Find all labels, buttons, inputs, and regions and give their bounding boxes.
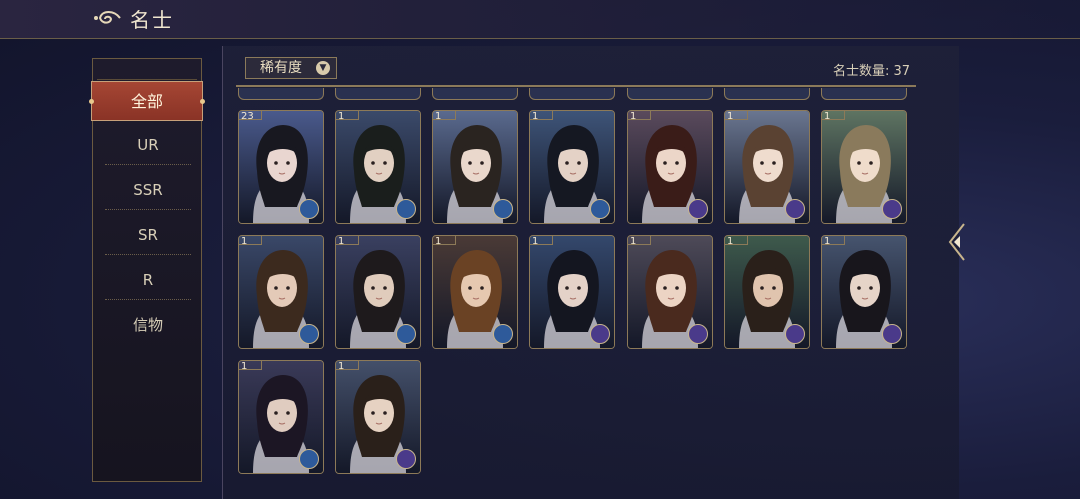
character-count: 名士数量: 37 — [832, 64, 910, 79]
card-level-badge: 1 — [241, 361, 248, 372]
card-level-badge: 23 — [241, 111, 254, 122]
character-card[interactable]: 1 — [821, 110, 907, 224]
faction-emblem-icon — [299, 449, 319, 469]
faction-emblem-icon — [396, 449, 416, 469]
sidebar-item-ur[interactable]: UR — [105, 125, 191, 165]
faction-emblem-icon — [299, 199, 319, 219]
card-level-badge: 1 — [727, 236, 734, 247]
character-card[interactable]: 1 — [238, 235, 324, 349]
sidebar-item-label: SSR — [133, 181, 163, 199]
faction-emblem-icon — [396, 199, 416, 219]
faction-emblem-icon — [299, 324, 319, 344]
faction-emblem-icon — [493, 199, 513, 219]
character-card[interactable]: 1 — [432, 235, 518, 349]
sidebar-item-label: SR — [138, 226, 158, 244]
character-card[interactable]: 1 — [335, 110, 421, 224]
sidebar-item-label: UR — [137, 136, 159, 154]
card-row-partial[interactable] — [335, 88, 421, 100]
character-card[interactable]: 23 — [238, 110, 324, 224]
character-card[interactable]: 1 — [627, 110, 713, 224]
rarity-sidebar: 全部 UR SSR SR R 信物 — [89, 58, 205, 482]
character-card[interactable]: 1 — [724, 235, 810, 349]
page-title: 名士 — [130, 8, 174, 32]
character-card[interactable]: 1 — [529, 235, 615, 349]
sidebar-divider — [97, 79, 197, 80]
ornament-dot — [89, 99, 94, 104]
sidebar-item-all[interactable]: 全部 — [89, 81, 205, 121]
faction-emblem-icon — [882, 324, 902, 344]
character-card[interactable]: 1 — [335, 235, 421, 349]
character-card[interactable]: 1 — [238, 360, 324, 474]
rarity-filter-dropdown[interactable]: 稀有度 ▼ — [245, 57, 337, 79]
rarity-filter-label: 稀有度 — [260, 60, 302, 76]
expand-arrow-icon[interactable] — [946, 222, 966, 262]
ornament-dot — [200, 99, 205, 104]
sidebar-item-label: R — [142, 271, 154, 289]
card-row-partial[interactable] — [821, 88, 907, 100]
faction-emblem-icon — [785, 324, 805, 344]
card-level-badge: 1 — [824, 236, 831, 247]
card-row-partial[interactable] — [724, 88, 810, 100]
character-card[interactable]: 1 — [627, 235, 713, 349]
card-level-badge: 1 — [532, 236, 539, 247]
card-level-badge: 1 — [338, 236, 345, 247]
faction-emblem-icon — [785, 199, 805, 219]
faction-emblem-icon — [882, 199, 902, 219]
character-card[interactable]: 1 — [335, 360, 421, 474]
character-card[interactable]: 1 — [432, 110, 518, 224]
sidebar-item-ssr[interactable]: SSR — [105, 170, 191, 210]
card-level-badge: 1 — [338, 111, 345, 122]
faction-emblem-icon — [590, 324, 610, 344]
faction-emblem-icon — [590, 199, 610, 219]
card-level-badge: 1 — [727, 111, 734, 122]
card-level-badge: 1 — [630, 111, 637, 122]
sidebar-item-sr[interactable]: SR — [105, 215, 191, 255]
faction-emblem-icon — [396, 324, 416, 344]
card-level-badge: 1 — [824, 111, 831, 122]
card-row-partial[interactable] — [627, 88, 713, 100]
sidebar-item-r[interactable]: R — [105, 260, 191, 300]
header-divider — [236, 85, 916, 87]
faction-emblem-icon — [688, 199, 708, 219]
character-card[interactable]: 1 — [724, 110, 810, 224]
card-level-badge: 1 — [532, 111, 539, 122]
card-row-partial[interactable] — [432, 88, 518, 100]
card-level-badge: 1 — [338, 361, 345, 372]
card-level-badge: 1 — [630, 236, 637, 247]
card-level-badge: 1 — [435, 236, 442, 247]
sidebar-item-token[interactable]: 信物 — [105, 305, 191, 345]
sidebar-item-label: 信物 — [132, 316, 163, 334]
character-card[interactable]: 1 — [529, 110, 615, 224]
top-bar: 名士 — [0, 0, 1080, 39]
faction-emblem-icon — [493, 324, 513, 344]
card-row-partial[interactable] — [238, 88, 324, 100]
character-card[interactable]: 1 — [821, 235, 907, 349]
chevron-down-icon: ▼ — [316, 61, 330, 75]
back-swirl-icon[interactable] — [92, 7, 124, 29]
card-level-badge: 1 — [435, 111, 442, 122]
sidebar-item-label: 全部 — [130, 92, 163, 111]
card-level-badge: 1 — [241, 236, 248, 247]
faction-emblem-icon — [688, 324, 708, 344]
card-row-partial[interactable] — [529, 88, 615, 100]
